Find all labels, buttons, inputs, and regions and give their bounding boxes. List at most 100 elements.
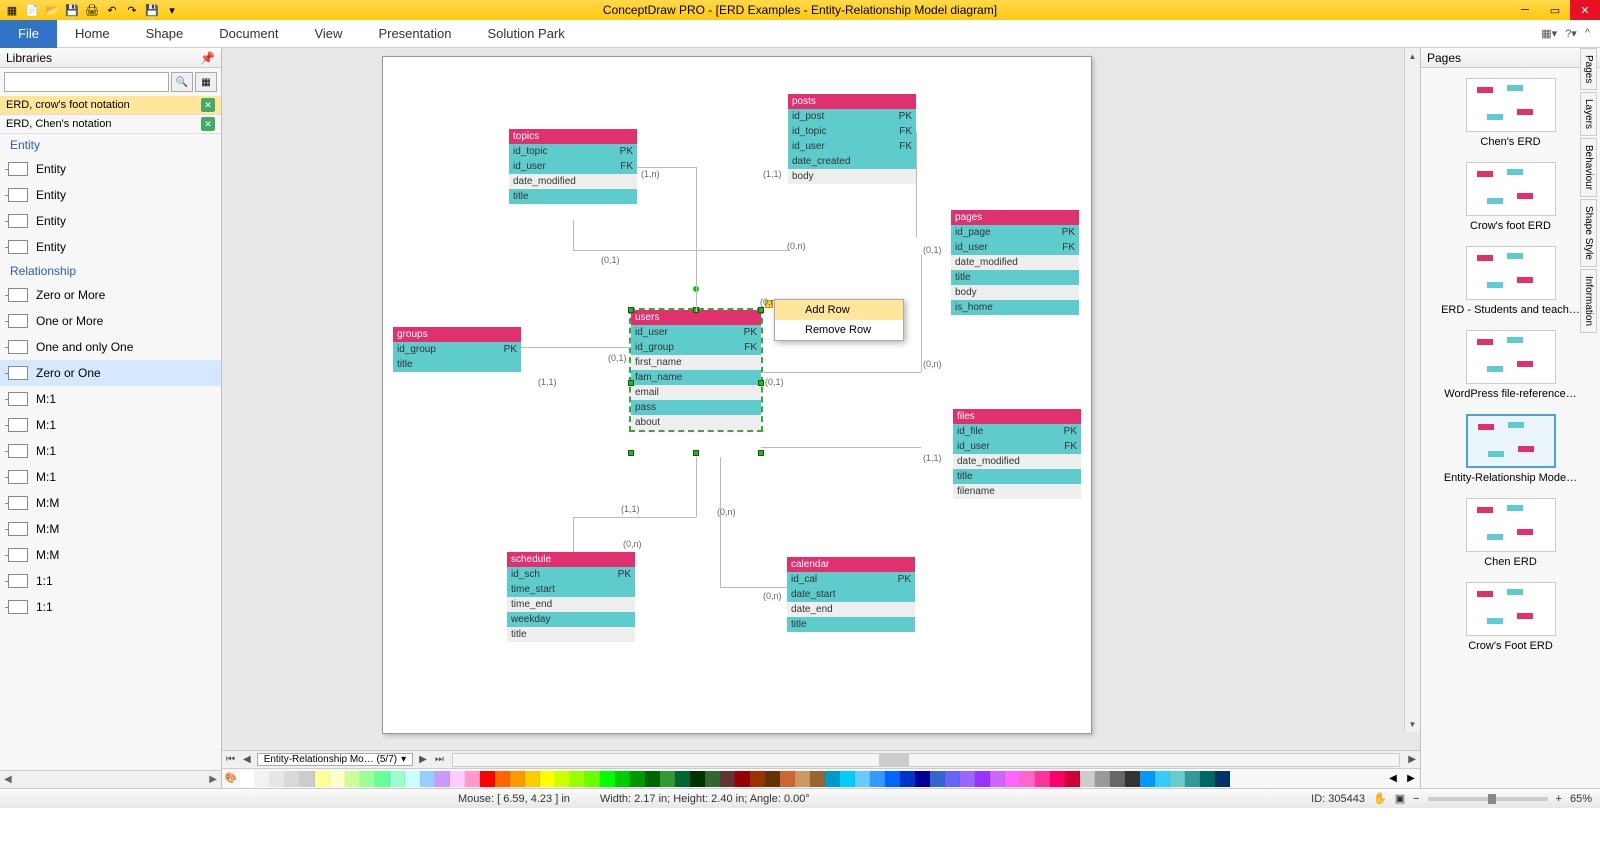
color-swatch[interactable] [1080, 771, 1095, 787]
qat-dropdown-icon[interactable]: ▾ [164, 2, 180, 18]
tab-nav-last[interactable]: ⏭ [431, 754, 448, 765]
zoom-slider[interactable] [1428, 797, 1548, 801]
library-view-toggle[interactable]: ▦ [195, 72, 217, 92]
color-swatch[interactable] [270, 771, 285, 787]
entity-topics[interactable]: topicsid_topicPKid_userFKdate_modifiedti… [509, 129, 637, 204]
color-swatch[interactable] [375, 771, 390, 787]
color-swatch[interactable] [690, 771, 705, 787]
color-swatch[interactable] [765, 771, 780, 787]
color-swatch[interactable] [360, 771, 375, 787]
color-swatch[interactable] [510, 771, 525, 787]
page-thumbnail[interactable]: Chen ERD [1427, 498, 1594, 568]
color-swatch[interactable] [645, 771, 660, 787]
color-swatch[interactable] [705, 771, 720, 787]
popup-remove-row[interactable]: Remove Row [775, 320, 903, 340]
color-swatch[interactable] [1035, 771, 1050, 787]
color-swatch[interactable] [300, 771, 315, 787]
page-thumbnail[interactable]: WordPress file-reference… [1427, 330, 1594, 400]
page-selector[interactable]: Entity-Relationship Mo… (5/7) ▾ [257, 753, 413, 766]
color-swatch[interactable] [900, 771, 915, 787]
color-swatch[interactable] [1200, 771, 1215, 787]
canvas-viewport[interactable]: topicsid_topicPKid_userFKdate_modifiedti… [222, 48, 1420, 750]
ribbon-tab-solution-park[interactable]: Solution Park [469, 20, 582, 48]
color-swatch[interactable] [825, 771, 840, 787]
color-swatch[interactable] [945, 771, 960, 787]
entity-schedule[interactable]: scheduleid_schPKtime_starttime_endweekda… [507, 552, 635, 642]
color-swatch[interactable] [345, 771, 360, 787]
color-swatch[interactable] [1155, 771, 1170, 787]
color-swatch[interactable] [390, 771, 405, 787]
page-thumbnail[interactable]: Crow's Foot ERD [1427, 582, 1594, 652]
color-swatch[interactable] [750, 771, 765, 787]
entity-pages[interactable]: pagesid_pagePKid_userFKdate_modifiedtitl… [951, 210, 1079, 315]
color-swatch[interactable] [810, 771, 825, 787]
file-tab[interactable]: File [0, 20, 57, 48]
library-item[interactable]: M:1 [0, 464, 221, 490]
ribbon-tab-presentation[interactable]: Presentation [360, 20, 469, 48]
color-swatch[interactable] [1140, 771, 1155, 787]
color-swatch[interactable] [420, 771, 435, 787]
open-icon[interactable]: 📂 [44, 2, 60, 18]
color-swatch[interactable] [675, 771, 690, 787]
ribbon-layout-icon[interactable]: ▦▾ [1541, 27, 1557, 40]
pin-icon[interactable]: 📌 [200, 51, 215, 65]
library-item[interactable]: M:M [0, 516, 221, 542]
library-item[interactable]: Entity [0, 182, 221, 208]
library-item[interactable]: Zero or More [0, 282, 221, 308]
color-swatch[interactable] [1005, 771, 1020, 787]
drawing-page[interactable]: topicsid_topicPKid_userFKdate_modifiedti… [382, 56, 1092, 734]
color-swatch[interactable] [405, 771, 420, 787]
close-tag-icon[interactable]: ✕ [201, 117, 215, 131]
side-tab-pages[interactable]: Pages [1580, 48, 1597, 90]
palette-scroll-left[interactable]: ◀ [1384, 770, 1402, 788]
color-swatch[interactable] [840, 771, 855, 787]
color-swatch[interactable] [1050, 771, 1065, 787]
color-swatch[interactable] [930, 771, 945, 787]
entity-groups[interactable]: groupsid_groupPKtitle [393, 327, 521, 372]
color-swatch[interactable] [915, 771, 930, 787]
color-swatch[interactable] [240, 771, 255, 787]
page-thumbnail[interactable]: Entity-Relationship Mode… [1427, 414, 1594, 484]
page-thumbnail[interactable]: Chen's ERD [1427, 78, 1594, 148]
color-swatch[interactable] [435, 771, 450, 787]
library-tag[interactable]: ERD, crow's foot notation✕ [0, 96, 221, 115]
color-swatch[interactable] [255, 771, 270, 787]
color-swatch[interactable] [975, 771, 990, 787]
color-swatch[interactable] [870, 771, 885, 787]
fit-page-icon[interactable]: ▣ [1395, 792, 1405, 805]
ribbon-tab-view[interactable]: View [296, 20, 360, 48]
tab-nav-first[interactable]: ⏮ [222, 754, 239, 765]
selection-handle[interactable] [693, 450, 699, 456]
selection-handle[interactable] [628, 450, 634, 456]
minimize-button[interactable]: ─ [1510, 0, 1540, 20]
horizontal-scrollbar[interactable] [452, 753, 1400, 767]
color-swatch[interactable] [495, 771, 510, 787]
library-scrollbar[interactable]: ◀▶ [0, 770, 221, 788]
vertical-scrollbar[interactable]: ▲ ▼ [1404, 48, 1420, 732]
entity-calendar[interactable]: calendarid_calPKdate_startdate_endtitle [787, 557, 915, 632]
side-tab-information[interactable]: Information [1580, 269, 1597, 333]
color-swatch[interactable] [735, 771, 750, 787]
color-swatch[interactable] [1020, 771, 1035, 787]
color-swatch[interactable] [315, 771, 330, 787]
color-swatch[interactable] [330, 771, 345, 787]
selection-handle[interactable] [628, 307, 634, 313]
color-swatch[interactable] [1215, 771, 1230, 787]
palette-picker-icon[interactable]: 🎨 [222, 770, 240, 788]
color-swatch[interactable] [990, 771, 1005, 787]
library-item[interactable]: Entity [0, 234, 221, 260]
library-item[interactable]: M:M [0, 490, 221, 516]
close-tag-icon[interactable]: ✕ [201, 98, 215, 112]
selection-handle[interactable] [758, 380, 764, 386]
color-swatch[interactable] [600, 771, 615, 787]
color-swatch[interactable] [720, 771, 735, 787]
redo-icon[interactable]: ↷ [124, 2, 140, 18]
color-swatch[interactable] [465, 771, 480, 787]
color-swatch[interactable] [1095, 771, 1110, 787]
color-swatch[interactable] [570, 771, 585, 787]
color-swatch[interactable] [885, 771, 900, 787]
library-tag[interactable]: ERD, Chen's notation✕ [0, 115, 221, 134]
color-swatch[interactable] [525, 771, 540, 787]
scroll-right-end[interactable]: ▶ [1404, 754, 1420, 765]
library-item[interactable]: One and only One [0, 334, 221, 360]
